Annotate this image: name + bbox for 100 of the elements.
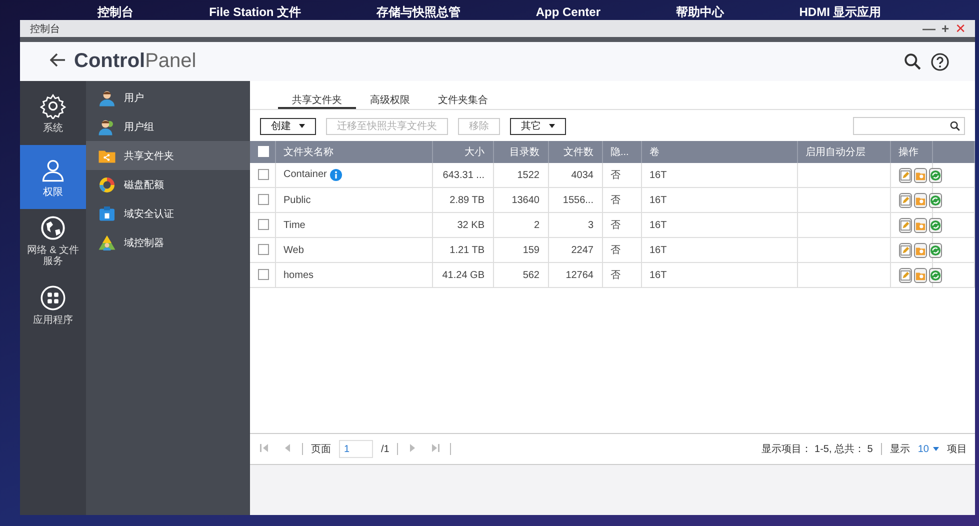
edit-button[interactable] bbox=[898, 218, 912, 232]
column-header[interactable]: 操作 bbox=[890, 141, 932, 163]
window-title: 控制台 bbox=[30, 22, 61, 36]
table-cell: 4034 bbox=[548, 163, 602, 188]
toolbar-button[interactable]: 其它 bbox=[510, 118, 566, 134]
table-cell: 否 bbox=[602, 262, 641, 288]
edit-button[interactable] bbox=[898, 168, 912, 182]
id-card-icon bbox=[98, 204, 116, 222]
table-cell: 2 bbox=[493, 212, 548, 238]
search-icon bbox=[950, 121, 960, 131]
table-cell: 562 bbox=[493, 262, 548, 288]
gear-icon bbox=[40, 92, 66, 118]
column-header[interactable]: 文件数 bbox=[548, 141, 602, 163]
table-cell: 13640 bbox=[493, 188, 548, 212]
column-header[interactable]: 隐... bbox=[602, 141, 641, 163]
checkbox[interactable] bbox=[258, 269, 269, 280]
page-label: 页面 bbox=[311, 443, 331, 456]
checkbox[interactable] bbox=[258, 219, 269, 230]
folder-permission-button[interactable] bbox=[914, 242, 926, 258]
page-field[interactable]: 1 bbox=[339, 440, 373, 458]
menu-item[interactable]: 共享文件夹 bbox=[86, 141, 250, 170]
menu-item[interactable]: 磁盘配额 bbox=[86, 170, 250, 199]
toolbar-button[interactable]: 创建 bbox=[260, 118, 316, 134]
table-cell: 否 bbox=[602, 188, 641, 212]
table-cell: 32 KB bbox=[432, 212, 493, 238]
edit-button[interactable] bbox=[898, 192, 912, 208]
column-header[interactable]: 目录数 bbox=[493, 141, 548, 163]
page-size-dropdown[interactable]: 10 bbox=[918, 444, 939, 454]
table-cell: 否 bbox=[602, 212, 641, 238]
menu-label: 共享文件夹 bbox=[124, 150, 174, 162]
menu-label: 用户 bbox=[124, 92, 144, 104]
table-cell: Time bbox=[275, 212, 432, 238]
desktop-icon-label[interactable]: App Center bbox=[536, 4, 600, 20]
column-header[interactable]: 卷 bbox=[641, 141, 797, 163]
sidebar-label: 网络 & 文件服务 bbox=[26, 245, 80, 267]
desktop-icon-label[interactable]: 存储与快照总管 bbox=[376, 4, 460, 20]
refresh-button[interactable] bbox=[928, 168, 942, 182]
item-summary: 显示项目： 1-5, 总共： 5 bbox=[762, 442, 873, 456]
show-label: 显示 bbox=[890, 443, 910, 456]
sidebar-item[interactable]: 系统 bbox=[20, 81, 86, 145]
table-cell: Public bbox=[275, 188, 432, 212]
table-cell: 159 bbox=[493, 238, 548, 262]
menu-label: 磁盘配额 bbox=[124, 178, 164, 192]
table-cell: 2.89 TB bbox=[432, 188, 493, 212]
table-cell: 1.21 TB bbox=[432, 238, 493, 262]
folder-permission-button[interactable] bbox=[914, 192, 926, 208]
menu-label: 域安全认证 bbox=[124, 208, 174, 220]
menu-item[interactable]: 用户组 bbox=[86, 112, 250, 141]
refresh-button[interactable] bbox=[928, 192, 942, 208]
sidebar-item[interactable]: 网络 & 文件服务 bbox=[20, 209, 86, 273]
folder-permission-button[interactable] bbox=[914, 268, 926, 282]
edit-button[interactable] bbox=[898, 268, 912, 282]
table-cell: 否 bbox=[602, 238, 641, 262]
table-cell: 1556... bbox=[548, 188, 602, 212]
apps-icon bbox=[40, 284, 66, 310]
minimize-button[interactable]: — bbox=[920, 21, 938, 36]
network-users-icon bbox=[98, 234, 116, 252]
checkbox[interactable] bbox=[258, 194, 269, 206]
desktop-icon-label[interactable]: HDMI 显示应用 bbox=[799, 4, 882, 20]
caret-icon bbox=[549, 124, 555, 128]
table-cell: 12764 bbox=[548, 262, 602, 288]
sidebar-item[interactable]: 权限 bbox=[20, 145, 86, 209]
search-field[interactable] bbox=[853, 117, 965, 135]
table-cell: Web bbox=[275, 238, 432, 262]
column-header[interactable]: 启用自动分层 bbox=[797, 141, 890, 163]
user-icon bbox=[98, 88, 116, 106]
maximize-button[interactable]: + bbox=[938, 21, 952, 36]
tab[interactable]: 共享文件夹 bbox=[278, 93, 356, 109]
table-cell: 16T bbox=[641, 238, 797, 262]
table-cell: 2247 bbox=[548, 238, 602, 262]
table-cell: 否 bbox=[602, 163, 641, 188]
checkbox[interactable] bbox=[258, 244, 269, 256]
folder-permission-button[interactable] bbox=[914, 218, 926, 232]
info-icon[interactable] bbox=[330, 169, 342, 181]
tab[interactable]: 文件夹集合 bbox=[424, 93, 502, 109]
menu-label: 用户组 bbox=[124, 120, 154, 134]
folder-permission-button[interactable] bbox=[914, 168, 926, 182]
sidebar-label: 应用程序 bbox=[33, 314, 73, 326]
column-header[interactable]: 大小 bbox=[432, 141, 493, 163]
ring-chart-icon bbox=[98, 176, 116, 194]
menu-item[interactable]: 域控制器 bbox=[86, 228, 250, 257]
table-cell: 16T bbox=[641, 163, 797, 188]
refresh-button[interactable] bbox=[928, 242, 942, 258]
tab[interactable]: 高级权限 bbox=[356, 93, 424, 109]
desktop-icon-label[interactable]: 控制台 bbox=[98, 4, 134, 20]
checkbox[interactable] bbox=[258, 169, 269, 180]
refresh-button[interactable] bbox=[928, 268, 942, 282]
refresh-button[interactable] bbox=[928, 218, 942, 232]
menu-item[interactable]: 域安全认证 bbox=[86, 199, 250, 228]
sidebar-item[interactable]: 应用程序 bbox=[20, 273, 86, 337]
edit-button[interactable] bbox=[898, 242, 912, 258]
menu-item[interactable]: 用户 bbox=[86, 83, 250, 112]
table-cell: 41.24 GB bbox=[432, 262, 493, 288]
page-total: /1 bbox=[381, 444, 390, 454]
table-cell: 16T bbox=[641, 212, 797, 238]
column-header[interactable]: 文件夹名称 bbox=[275, 141, 432, 163]
desktop-icon-label[interactable]: 帮助中心 bbox=[676, 4, 724, 20]
desktop-icon-label[interactable]: File Station 文件 bbox=[209, 4, 302, 20]
close-button[interactable]: ✕ bbox=[952, 21, 969, 36]
sidebar-label: 权限 bbox=[43, 186, 63, 198]
